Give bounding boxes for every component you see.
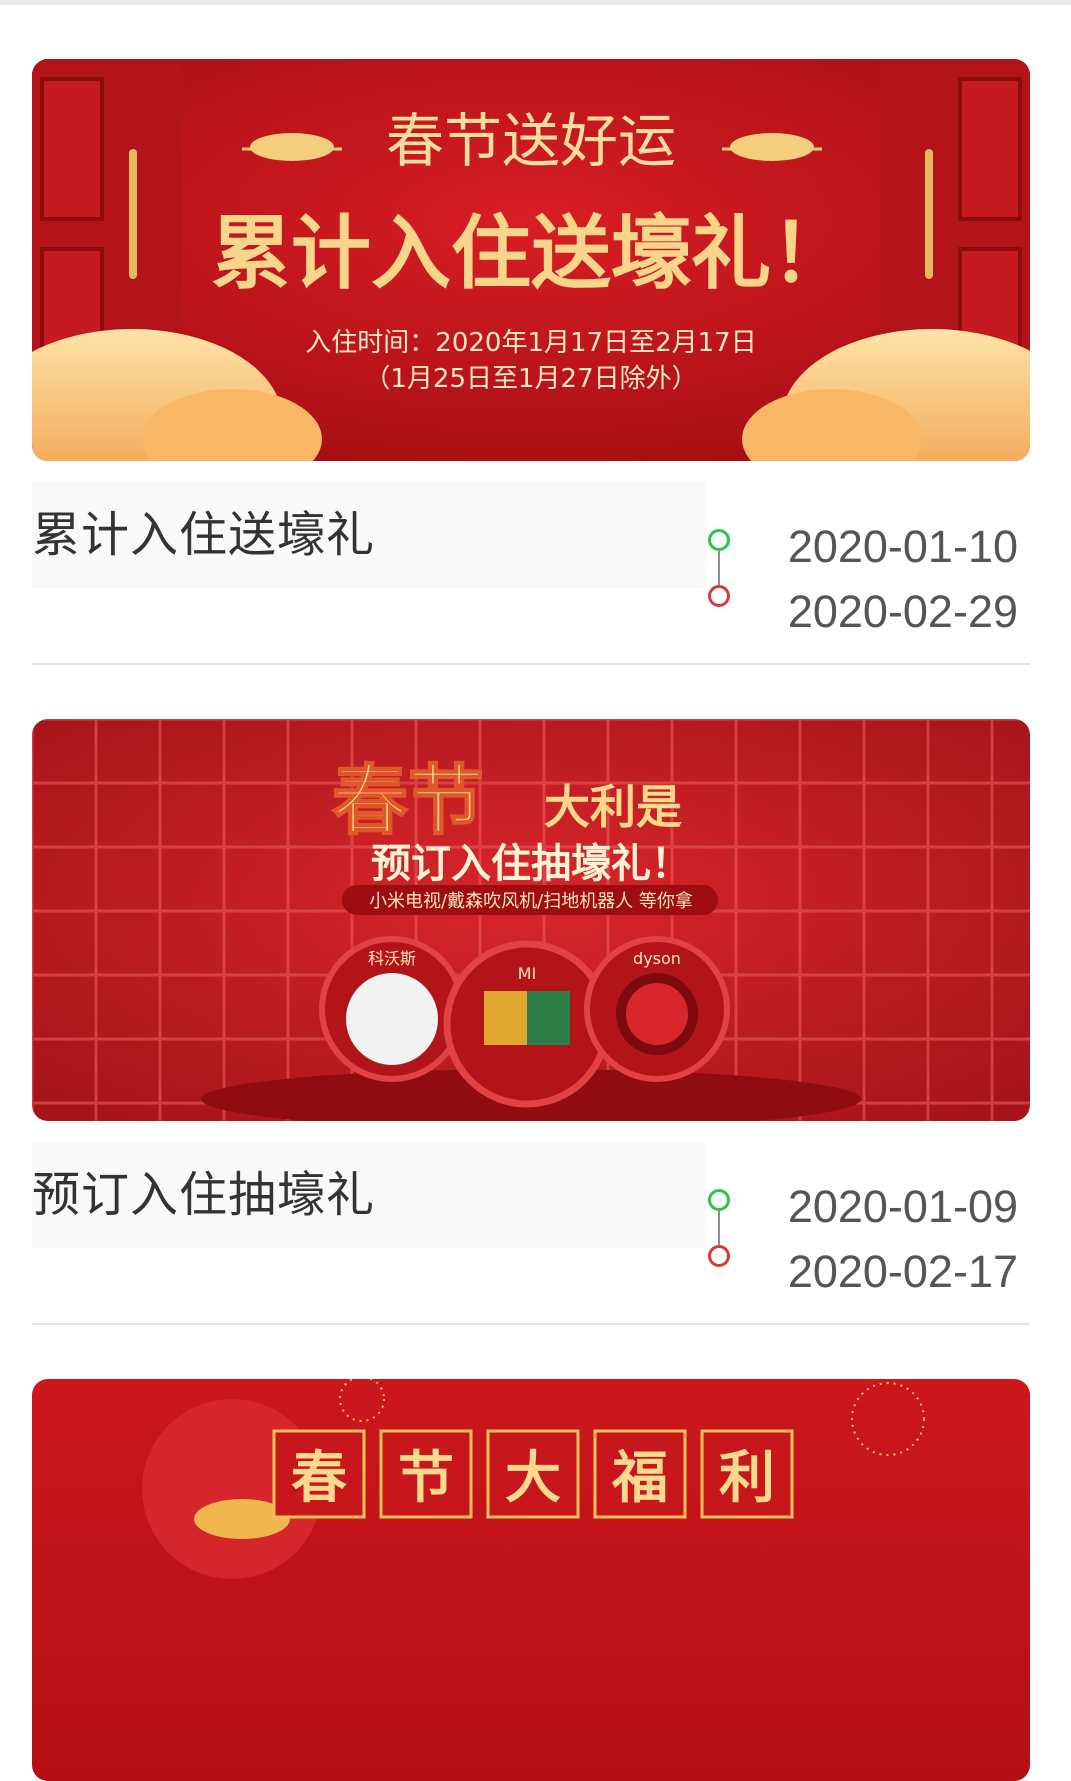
banner-artwork: 春节大福利 xyxy=(32,1379,1030,1781)
banner-period-text: 入住时间：2020年1月17日至2月17日 xyxy=(305,328,756,358)
end-date: 2020-02-17 xyxy=(787,1246,1018,1297)
activity-banner-image[interactable]: 春节送好运 累计入住送壕礼！ 入住时间：2020年1月17日至2月17日 （1月… xyxy=(32,59,1030,461)
banner-main-text: 预订入住抽壕礼！ xyxy=(371,841,691,887)
activity-title: 累计入住送壕礼 xyxy=(32,507,376,563)
activity-title: 预订入住抽壕礼 xyxy=(32,1167,376,1223)
timeline-connector xyxy=(718,551,720,585)
activity-banner-image[interactable]: 春节 大利是 预订入住抽壕礼！ 小米电视/戴森吹风机/扫地机器人 等你拿 科沃斯… xyxy=(32,719,1030,1121)
activity-banner-image[interactable]: 春节大福利 xyxy=(32,1379,1030,1781)
end-dot-icon xyxy=(708,585,730,607)
banner-char: 春 xyxy=(291,1446,347,1511)
banner-headline: 春节送好运 xyxy=(386,107,676,175)
start-date: 2020-01-09 xyxy=(787,1181,1018,1232)
banner-char: 大 xyxy=(505,1446,561,1511)
banner-prize-line: 小米电视/戴森吹风机/扫地机器人 等你拿 xyxy=(369,890,693,912)
prize-1-label: 科沃斯 xyxy=(368,949,416,968)
prize-2-label: MI xyxy=(518,964,537,983)
card-divider xyxy=(32,1323,1030,1325)
activity-title-area: 累计入住送壕礼 xyxy=(32,482,706,588)
banner-headline: 春节 xyxy=(332,756,484,845)
banner-artwork: 春节 大利是 预订入住抽壕礼！ 小米电视/戴森吹风机/扫地机器人 等你拿 科沃斯… xyxy=(32,719,1030,1121)
date-timeline xyxy=(703,1189,739,1299)
date-timeline xyxy=(703,529,739,639)
banner-subheadline: 大利是 xyxy=(544,780,682,834)
start-dot-icon xyxy=(708,1189,730,1211)
banner-char: 节 xyxy=(398,1446,454,1511)
banner-char: 福 xyxy=(611,1446,668,1511)
activity-title-area: 预订入住抽壕礼 xyxy=(32,1142,706,1248)
prize-3-label: dyson xyxy=(633,949,681,968)
card-divider xyxy=(32,663,1030,665)
banner-exclusion-text: （1月25日至1月27日除外） xyxy=(364,364,697,394)
end-date: 2020-02-29 xyxy=(787,586,1018,637)
top-divider xyxy=(0,0,1071,5)
banner-artwork: 春节送好运 累计入住送壕礼！ 入住时间：2020年1月17日至2月17日 （1月… xyxy=(32,59,1030,461)
banner-char: 利 xyxy=(719,1446,775,1511)
start-date: 2020-01-10 xyxy=(787,521,1018,572)
start-dot-icon xyxy=(708,529,730,551)
banner-main-text: 累计入住送壕礼！ xyxy=(211,207,851,300)
timeline-connector xyxy=(718,1211,720,1245)
end-dot-icon xyxy=(708,1245,730,1267)
